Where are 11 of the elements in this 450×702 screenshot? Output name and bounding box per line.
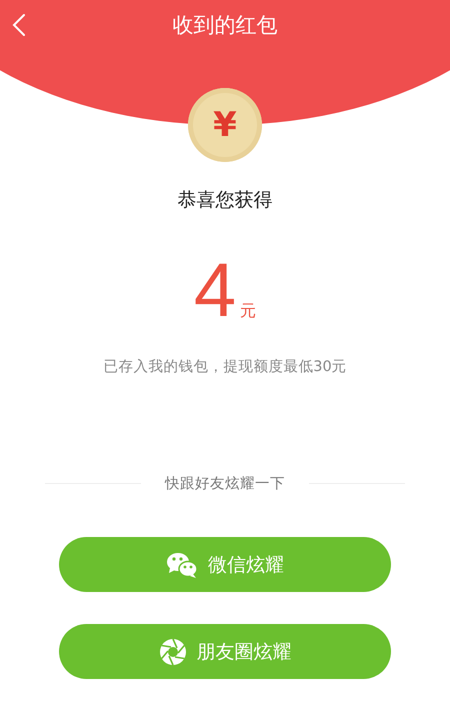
- share-prompt: 快跟好友炫耀一下: [165, 475, 285, 493]
- amount-unit: 元: [240, 301, 256, 322]
- amount-value: 4: [194, 253, 236, 329]
- wallet-note: 已存入我的钱包，提现额度最低30元: [103, 358, 347, 376]
- chat-bubbles-icon: [166, 550, 198, 578]
- shutter-icon: [158, 638, 186, 666]
- share-button[interactable]: 微信炫耀: [59, 537, 391, 592]
- page-title: 收到的红包: [172, 12, 278, 39]
- share-button[interactable]: 朋友圈炫耀: [59, 624, 391, 679]
- greeting-text: 恭喜您获得: [178, 188, 272, 213]
- back-icon[interactable]: [12, 13, 26, 37]
